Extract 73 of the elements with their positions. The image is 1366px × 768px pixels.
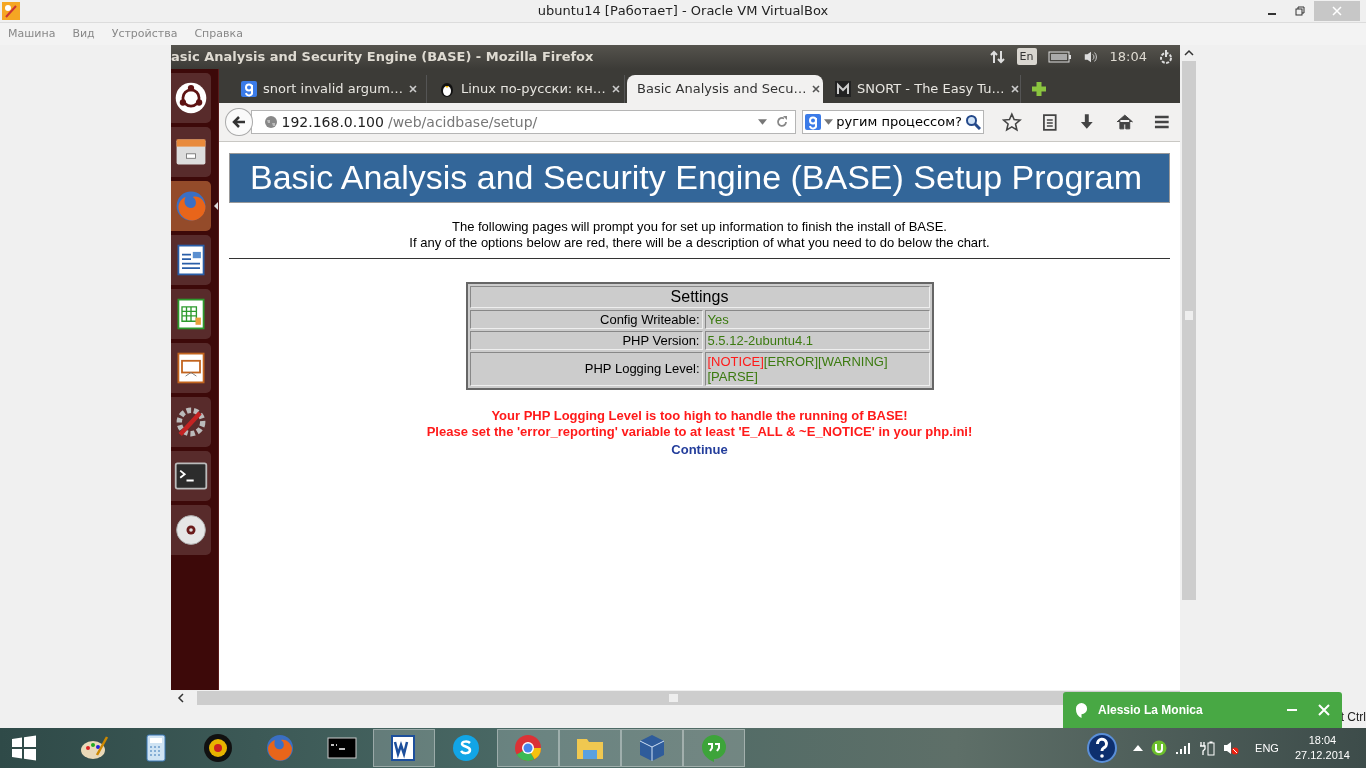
star-icon[interactable]	[1001, 111, 1022, 132]
launcher-item[interactable]	[171, 288, 211, 339]
restore-icon[interactable]	[1295, 5, 1305, 16]
clock[interactable]: 18:04	[1109, 49, 1147, 65]
power-gear-icon[interactable]	[1158, 48, 1174, 65]
plus-icon[interactable]	[1031, 80, 1047, 97]
setting-value: [WARNING]	[818, 353, 888, 369]
setting-value: [PARSE]	[707, 368, 758, 384]
table-cell: PHP Version:	[469, 330, 703, 350]
reload-icon[interactable]	[775, 114, 790, 129]
network-arrows-icon[interactable]	[989, 48, 1006, 65]
intro-text: If any of the options below are red, there will be a description of what you need to do below the chart.	[408, 234, 991, 251]
dropdown-caret-icon[interactable]	[824, 118, 834, 125]
search-engine-icon	[241, 80, 257, 97]
scrollbar-thumb[interactable]	[1185, 310, 1193, 320]
search-field[interactable]: ругим процессом?	[802, 109, 984, 134]
back-button[interactable]	[225, 107, 253, 136]
chrome-icon[interactable]	[513, 733, 543, 764]
launcher-item[interactable]	[171, 126, 211, 177]
table-cell: PHP Logging Level:	[469, 351, 703, 386]
clock-time[interactable]: 18:04	[1308, 733, 1337, 749]
intro-text: The following pages will prompt you for set up information to finish the install of BASE.	[451, 218, 948, 235]
keyboard-layout-indicator[interactable]: En	[1016, 48, 1037, 66]
search-icon[interactable]	[964, 113, 981, 130]
chat-s-icon[interactable]	[451, 733, 481, 764]
launcher-item[interactable]	[171, 450, 211, 501]
taskbar-app[interactable]	[373, 729, 435, 768]
torrent-icon[interactable]	[1151, 740, 1168, 757]
windows-logo-icon[interactable]	[11, 735, 37, 762]
chat-bubble-icon	[1075, 701, 1088, 719]
arrow-left-icon[interactable]	[230, 113, 247, 130]
close-icon[interactable]	[812, 84, 821, 93]
language-indicator[interactable]: ENG	[1255, 742, 1279, 755]
caret-up-icon[interactable]	[1133, 745, 1144, 752]
launcher-item[interactable]	[171, 234, 211, 285]
page-heading: Basic Analysis and Security Engine (BASE) Setup Program	[229, 152, 1170, 203]
browser-tab[interactable]: Basic Analysis and Secu…	[627, 74, 823, 103]
setting-value: Yes	[707, 311, 729, 327]
help-icon[interactable]	[1087, 733, 1118, 764]
setting-value: 5.5.12-2ubuntu4.1	[707, 332, 814, 348]
browser-tab[interactable]: snort invalid argum…	[231, 74, 427, 103]
table-cell: Config Writeable:	[469, 309, 703, 329]
webcam-icon[interactable]	[203, 733, 233, 764]
launcher-item[interactable]	[171, 396, 211, 447]
launcher-item[interactable]	[171, 72, 211, 123]
table-title: Settings	[469, 285, 930, 308]
browser-tab[interactable]: SNORT - The Easy Tu…	[825, 74, 1021, 103]
error-message: Please set the 'error_reporting' variable to at least 'E_ALL & ~E_NOTICE' in your php.ini!	[425, 423, 974, 440]
battery-icon[interactable]	[1047, 50, 1072, 63]
penguin-icon	[439, 80, 455, 97]
scrollbar-thumb[interactable]	[669, 693, 678, 702]
quote-bubble-icon[interactable]	[699, 733, 729, 764]
dropdown-caret-icon[interactable]	[758, 118, 768, 125]
window-title: ubuntu14 [Работает] - Oracle VM VirtualBox	[537, 3, 829, 19]
pig-logo-icon	[835, 80, 851, 97]
error-message: Your PHP Logging Level is too high to handle the running of BASE!	[490, 407, 909, 424]
setting-value: [ERROR]	[763, 353, 818, 369]
launcher-item[interactable]	[171, 342, 211, 393]
cube-icon[interactable]	[637, 733, 667, 764]
search-engine-icon[interactable]	[805, 113, 822, 130]
window-title: asic Analysis and Security Engine (BASE) - Mozilla Firefox	[171, 49, 594, 65]
battery-plug-icon[interactable]	[1199, 740, 1216, 757]
browser-tab[interactable]: Linux по-русски: кн…	[429, 74, 625, 103]
muted-speaker-icon[interactable]	[1223, 740, 1240, 757]
signal-bars-icon[interactable]	[1175, 740, 1192, 757]
clock-date[interactable]: 27.12.2014	[1294, 748, 1350, 764]
continue-link[interactable]: Continue	[671, 441, 728, 457]
globe-icon	[263, 114, 278, 129]
address-bar[interactable]: 192.168.0.100 /web/acidbase/setup/	[250, 109, 797, 134]
setting-value: [NOTICE]	[707, 353, 764, 369]
sender-name: Alessio La Monica	[1098, 703, 1203, 717]
app-logo-icon	[2, 1, 20, 20]
launcher-item[interactable]	[171, 504, 211, 555]
